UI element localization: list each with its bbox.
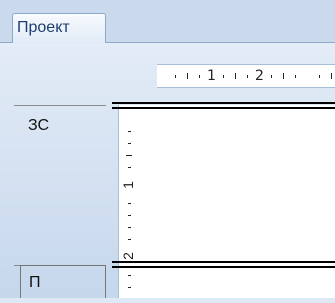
horizontal-ruler[interactable]: 1 2	[157, 64, 335, 88]
page-top-double-line-2	[112, 107, 335, 109]
row-label-p: П	[29, 274, 41, 291]
tab-project-label: Проект	[17, 19, 70, 36]
horizontal-ruler-ticks	[175, 73, 332, 79]
horizontal-ruler-label-2: 2	[255, 68, 264, 84]
vertical-ruler[interactable]: 1 2	[118, 105, 139, 298]
vertical-ruler-ticks	[126, 131, 132, 288]
vertical-ruler-label-1: 1	[120, 181, 136, 189]
page-canvas[interactable]	[137, 105, 335, 298]
horizontal-ruler-label-1: 1	[207, 68, 216, 84]
row-separator-double-line-1	[112, 261, 335, 263]
row-header-divider	[14, 105, 106, 106]
page-top-double-line-1	[112, 102, 335, 104]
row-separator-double-line-2	[112, 266, 335, 268]
tab-project[interactable]: Проект	[12, 13, 106, 43]
tab-strip: Проект	[0, 0, 335, 43]
row-header-p[interactable]: П	[20, 265, 106, 298]
row-label-zs: ЗС	[28, 117, 50, 134]
